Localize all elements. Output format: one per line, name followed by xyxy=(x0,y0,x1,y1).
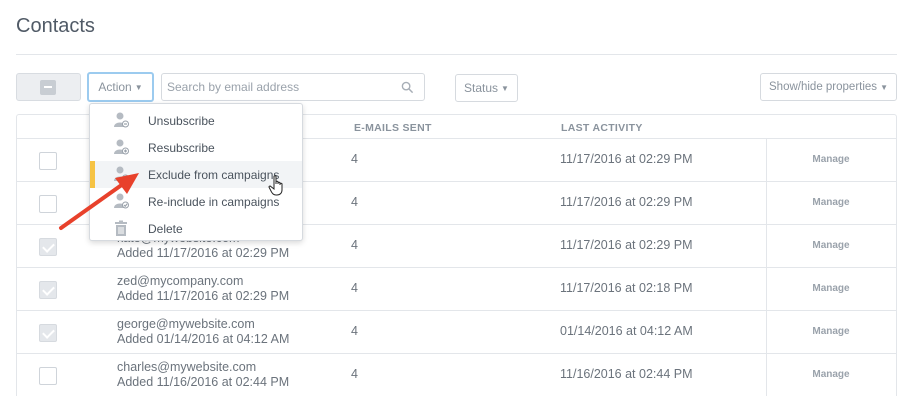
contact-email[interactable]: charles@mywebsite.com xyxy=(117,360,256,374)
minus-icon xyxy=(40,80,56,95)
manage-link[interactable]: Manage xyxy=(767,283,895,294)
menu-item-label: Re-include in campaigns xyxy=(148,195,280,209)
emails-sent-count: 4 xyxy=(351,238,358,252)
row-checkbox[interactable] xyxy=(39,367,57,385)
header-emails-sent[interactable]: E-MAILS SENT xyxy=(354,122,432,134)
menu-item-unsubscribe[interactable]: Unsubscribe xyxy=(90,107,302,134)
header-last-activity[interactable]: LAST ACTIVITY xyxy=(561,122,643,134)
manage-link[interactable]: Manage xyxy=(767,197,895,208)
last-activity: 11/17/2016 at 02:29 PM xyxy=(560,152,693,166)
manage-cell: Manage xyxy=(766,182,898,224)
contact-added-date: Added 01/14/2016 at 04:12 AM xyxy=(117,332,290,346)
hand-cursor-icon xyxy=(268,175,283,196)
menu-item-label: Exclude from campaigns xyxy=(148,168,280,182)
status-filter-button[interactable]: Status ▼ xyxy=(455,74,518,102)
contact-email[interactable]: zed@mycompany.com xyxy=(117,274,243,288)
page-title: Contacts xyxy=(16,15,95,37)
manage-cell: Manage xyxy=(766,354,898,396)
title-divider xyxy=(16,54,897,55)
show-hide-properties-button[interactable]: Show/hide properties ▼ xyxy=(760,73,897,101)
contact-email[interactable]: george@mywebsite.com xyxy=(117,317,255,331)
row-checkbox[interactable] xyxy=(39,238,57,256)
emails-sent-count: 4 xyxy=(351,281,358,295)
manage-cell: Manage xyxy=(766,139,898,181)
row-checkbox[interactable] xyxy=(39,281,57,299)
emails-sent-count: 4 xyxy=(351,152,358,166)
emails-sent-count: 4 xyxy=(351,195,358,209)
show-hide-label: Show/hide properties xyxy=(769,81,878,93)
contact-added-date: Added 11/16/2016 at 02:44 PM xyxy=(117,375,290,389)
table-row[interactable]: charles@mywebsite.com Added 11/16/2016 a… xyxy=(17,354,896,396)
status-label: Status xyxy=(464,81,499,95)
manage-cell: Manage xyxy=(766,268,898,310)
emails-sent-count: 4 xyxy=(351,367,358,381)
search-field[interactable] xyxy=(161,73,425,101)
emails-sent-count: 4 xyxy=(351,324,358,338)
manage-link[interactable]: Manage xyxy=(767,369,895,380)
table-row[interactable]: zed@mycompany.com Added 11/17/2016 at 02… xyxy=(17,268,896,311)
row-checkbox[interactable] xyxy=(39,324,57,342)
search-input[interactable] xyxy=(167,80,392,94)
menu-item-resubscribe[interactable]: Resubscribe xyxy=(90,134,302,161)
select-all-checkbox[interactable] xyxy=(16,73,81,101)
manage-link[interactable]: Manage xyxy=(767,240,895,251)
last-activity: 01/14/2016 at 04:12 AM xyxy=(560,324,693,338)
table-row[interactable]: george@mywebsite.com Added 01/14/2016 at… xyxy=(17,311,896,354)
annotation-arrow-icon xyxy=(59,173,139,230)
action-dropdown-button[interactable]: Action ▼ xyxy=(87,72,154,102)
contact-added-date: Added 11/17/2016 at 02:29 PM xyxy=(117,289,290,303)
menu-item-label: Resubscribe xyxy=(148,141,215,155)
last-activity: 11/17/2016 at 02:29 PM xyxy=(560,238,693,252)
caret-down-icon: ▼ xyxy=(134,82,143,92)
last-activity: 11/16/2016 at 02:44 PM xyxy=(560,367,693,381)
manage-cell: Manage xyxy=(766,311,898,353)
manage-cell: Manage xyxy=(766,225,898,267)
menu-item-label: Unsubscribe xyxy=(148,114,215,128)
user-plus-icon xyxy=(114,139,129,155)
manage-link[interactable]: Manage xyxy=(767,326,895,337)
menu-item-label: Delete xyxy=(148,222,183,236)
action-label: Action xyxy=(98,80,132,94)
caret-down-icon: ▼ xyxy=(501,83,509,93)
manage-link[interactable]: Manage xyxy=(767,154,895,165)
contact-added-date: Added 11/17/2016 at 02:29 PM xyxy=(117,246,290,260)
search-icon[interactable] xyxy=(401,81,414,94)
last-activity: 11/17/2016 at 02:29 PM xyxy=(560,195,693,209)
last-activity: 11/17/2016 at 02:18 PM xyxy=(560,281,693,295)
caret-down-icon: ▼ xyxy=(880,82,888,92)
user-minus-icon xyxy=(114,112,129,128)
